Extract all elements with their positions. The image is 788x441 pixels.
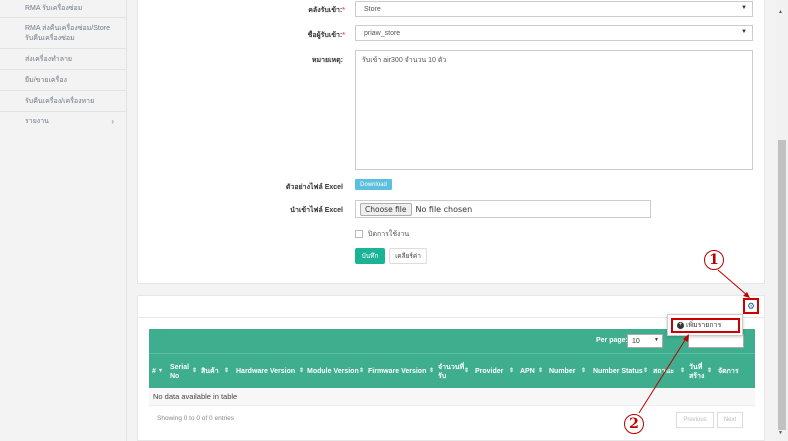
column-header-serial[interactable]: Serial No ⇕ [170, 354, 200, 389]
table-empty-row: No data available in table [149, 388, 755, 406]
scroll-up-icon[interactable]: ▲ [778, 9, 783, 15]
sidebar-item-rma-receive[interactable]: RMA รับเครื่องซ่อม [0, 0, 126, 18]
file-input[interactable]: Choose file No file chosen [355, 200, 651, 218]
sidebar-item-report[interactable]: รายงาน › [0, 113, 126, 131]
clear-button[interactable]: เคลียร์ค่า [389, 248, 427, 264]
column-header-index[interactable]: # ▾ [152, 354, 164, 389]
next-page-button[interactable]: Next [717, 412, 743, 428]
disable-checkbox[interactable] [355, 230, 363, 238]
note-label: หมายเหตุ: [311, 57, 343, 64]
column-header-module-version[interactable]: Module Version ⇕ [307, 354, 365, 389]
file-status: No file chosen [415, 204, 473, 214]
warehouse-label: คลังรับเข้า:* [308, 7, 345, 14]
scroll-down-icon[interactable]: ▼ [778, 430, 783, 436]
sidebar-item-destroy[interactable]: ส่งเครื่องทำลาย [0, 50, 126, 70]
column-header-hardware-version[interactable]: Hardware Version ⇕ [236, 354, 304, 389]
per-page-select[interactable]: 10 ▼ [627, 334, 663, 348]
disable-checkbox-label: ปิดการใช้งาน [368, 231, 410, 238]
column-header-number-status[interactable]: Number Status ⇕ [593, 354, 649, 389]
column-header-received-qty[interactable]: จำนวนที่รับ ⇕ [438, 354, 471, 389]
previous-page-button[interactable]: Previous [676, 412, 714, 428]
callout-1: 1 [704, 250, 724, 270]
per-page-label: Per page: [596, 337, 628, 344]
column-header-product[interactable]: สินค้า ⇕ [201, 354, 231, 389]
note-textarea[interactable]: รับเข้า air300 จำนวน 10 ตัว [355, 50, 753, 170]
column-header-manage: จัดการ [718, 368, 739, 375]
choose-file-button[interactable]: Choose file [360, 202, 412, 216]
column-header-status[interactable]: สถานะ ⇕ [653, 354, 685, 389]
column-header-firmware-version[interactable]: Firmware Version ⇕ [368, 354, 434, 389]
warehouse-select[interactable]: Store ▼ [355, 1, 753, 17]
save-button[interactable]: บันทึก [355, 248, 385, 264]
caret-down-icon: ▼ [741, 5, 747, 11]
sidebar-item-borrow-sell[interactable]: ยืม/ขายเครื่อง [0, 71, 126, 91]
column-header-created-date[interactable]: วันที่สร้าง ⇕ [689, 354, 712, 389]
chevron-right-icon: › [111, 117, 114, 126]
gear-button[interactable]: ⚙ [743, 298, 759, 314]
column-header-provider[interactable]: Provider ⇕ [475, 354, 515, 389]
receiver-label: ชื่อผู้รับเข้า:* [307, 32, 345, 39]
download-button[interactable]: Download [355, 179, 392, 190]
sidebar-item-rma-return[interactable]: RMA ส่งคืนเครื่องซ่อม/Store รับคืนเครื่อ… [0, 19, 126, 49]
sample-file-label: ตัวอย่างไฟล์ Excel [285, 184, 343, 191]
receiver-select[interactable]: priaw_store ▼ [355, 25, 753, 41]
caret-down-icon: ▼ [654, 337, 659, 343]
callout-2: 2 [624, 414, 644, 434]
gear-dropdown-menu: + เพิ่มรายการ [667, 314, 743, 336]
sidebar: RMA รับเครื่องซ่อม RMA ส่งคืนเครื่องซ่อม… [0, 0, 127, 441]
table-search-input[interactable] [688, 334, 744, 348]
add-item-menu-item[interactable]: + เพิ่มรายการ [671, 318, 740, 333]
gear-icon: ⚙ [746, 300, 756, 311]
column-header-number[interactable]: Number ⇕ [549, 354, 589, 389]
scrollbar-thumb[interactable] [778, 140, 786, 430]
table-toolbar [149, 329, 755, 353]
column-header-apn[interactable]: APN ⇕ [520, 354, 544, 389]
plus-circle-icon: + [677, 322, 684, 329]
caret-down-icon: ▼ [741, 29, 747, 35]
import-file-label: นำเข้าไฟล์ Excel [290, 207, 343, 214]
sidebar-item-return-lost[interactable]: รับคืนเครื่อง/เครื่องหาย [0, 92, 126, 112]
table-info: Showing 0 to 0 of 0 entries [157, 415, 234, 422]
table-header: # ▾ Serial No ⇕ สินค้า ⇕ Hardware Version ⇕ … [149, 353, 755, 388]
